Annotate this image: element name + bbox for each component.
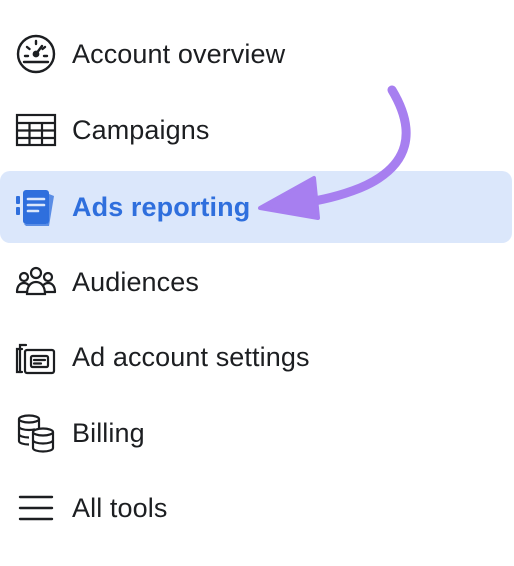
report-pages-icon (14, 185, 58, 229)
nav-item-label: Campaigns (72, 114, 210, 145)
nav-item-label: Audiences (72, 266, 199, 297)
settings-cards-icon (14, 335, 58, 379)
nav-item-label: Billing (72, 417, 145, 448)
nav-item-account-overview[interactable]: Account overview (0, 18, 512, 90)
nav-item-label: All tools (72, 492, 168, 523)
nav-item-ads-reporting[interactable]: Ads reporting (0, 171, 512, 243)
dashboard-gauge-icon (14, 32, 58, 76)
table-grid-icon (14, 108, 58, 152)
nav-item-billing[interactable]: Billing (0, 397, 512, 469)
nav-item-label: Account overview (72, 38, 286, 69)
hamburger-menu-icon (14, 486, 58, 530)
coin-stack-icon (14, 411, 58, 455)
nav-item-audiences[interactable]: Audiences (0, 246, 512, 318)
nav-item-label: Ad account settings (72, 341, 310, 372)
nav-item-all-tools[interactable]: All tools (0, 472, 512, 544)
nav-item-campaigns[interactable]: Campaigns (0, 94, 512, 166)
nav-item-label: Ads reporting (72, 191, 251, 222)
people-group-icon (14, 260, 58, 304)
nav-item-ad-account-settings[interactable]: Ad account settings (0, 321, 512, 393)
